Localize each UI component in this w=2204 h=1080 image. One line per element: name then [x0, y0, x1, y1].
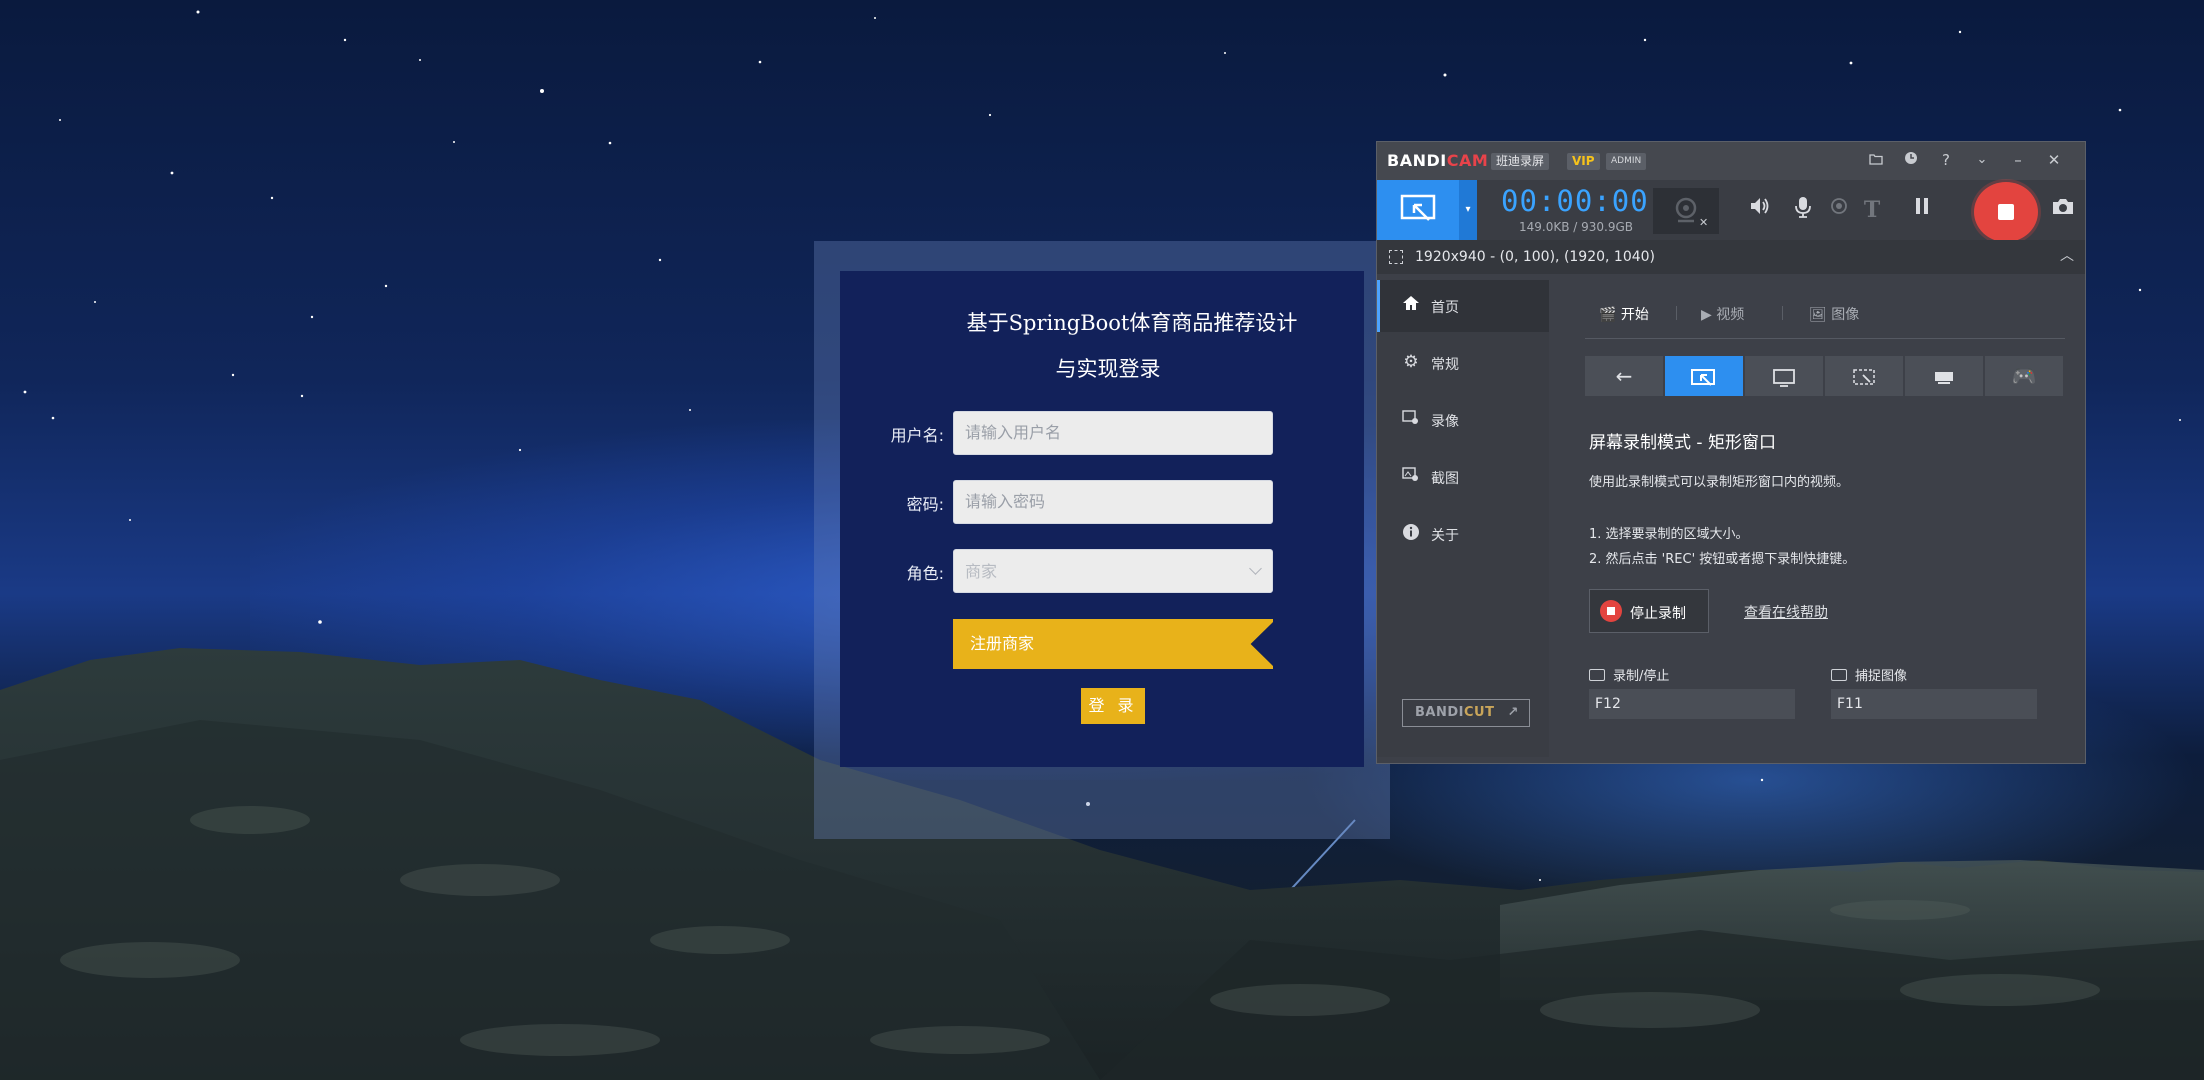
role-select[interactable]: 商家 [953, 549, 1273, 593]
sidebar-item-screenshot[interactable]: 截图 [1377, 451, 1549, 503]
mode-description: 使用此录制模式可以录制矩形窗口内的视频。 [1589, 475, 1850, 490]
bandicut-button[interactable]: BANDICUT ↗ [1402, 699, 1530, 727]
admin-badge: ADMIN [1606, 153, 1647, 170]
password-label: 密码: [906, 495, 944, 514]
capture-area-bar: 1920x940 - (0, 100), (1920, 1040) ︿ [1377, 240, 2085, 274]
chevron-down-icon [1249, 562, 1262, 575]
clock-icon[interactable] [1898, 148, 1924, 172]
video-icon: ▶ [1701, 307, 1712, 323]
tab-image[interactable]: 🖼 图像 [1809, 304, 1859, 324]
bandicam-window: BANDICAM 班迪录屏 VIP ADMIN ? ⌄ – ✕ ▾ 00:00:… [1376, 141, 2086, 764]
webcam-icon: ✕ [1675, 197, 1708, 229]
camera-icon[interactable] [2048, 195, 2078, 225]
svg-text:✕: ✕ [1699, 216, 1708, 229]
screen-mode-button[interactable] [1377, 180, 1459, 240]
tab-video[interactable]: ▶ 视频 [1701, 304, 1744, 324]
title-bar[interactable]: BANDICAM 班迪录屏 VIP ADMIN ? ⌄ – ✕ [1377, 142, 2085, 180]
minimize-icon[interactable]: – [2005, 148, 2031, 172]
info-icon [1401, 523, 1421, 546]
toolbar: ▾ 00:00:00 149.0KB / 930.9GB ✕ T [1377, 180, 2085, 242]
tab-bar: 🎬 开始 ▶ 视频 🖼 图像 [1585, 280, 2065, 339]
home-icon [1401, 295, 1421, 316]
area-select-icon [1389, 250, 1403, 264]
main-panel: 🎬 开始 ▶ 视频 🖼 图像 ← 🎮 屏幕录制模式 - 矩形窗口 使用此录制模式… [1549, 280, 2085, 757]
product-name-badge: 班迪录屏 [1491, 153, 1550, 170]
keyboard-icon [1589, 669, 1605, 681]
gear-icon: ⚙ [1403, 352, 1419, 372]
image-icon: 🖼 [1809, 307, 1827, 323]
hotkey-record-field[interactable]: F12 [1589, 689, 1795, 719]
stop-recording-small-button[interactable]: 停止录制 [1589, 589, 1709, 633]
speaker-icon[interactable] [1745, 195, 1775, 225]
rectangle-select-icon [1400, 194, 1436, 221]
tab-start[interactable]: 🎬 开始 [1599, 304, 1649, 324]
login-button[interactable]: 登 录 [1081, 688, 1145, 724]
login-subtitle: 与实现登录 [1055, 357, 1161, 381]
step-2-text: 2. 然后点击 'REC' 按钮或者摁下录制快捷键。 [1589, 552, 1856, 567]
online-help-link[interactable]: 查看在线帮助 [1744, 602, 1828, 622]
role-label: 角色: [906, 564, 944, 583]
recording-timer: 00:00:00 [1501, 184, 1649, 218]
mode-dropdown-button[interactable]: ▾ [1459, 180, 1477, 240]
back-arrow-icon[interactable]: ← [1585, 356, 1663, 396]
collapse-icon[interactable]: ⌄ [1969, 148, 1995, 172]
stop-icon [1998, 204, 2014, 220]
tab-separator [1782, 306, 1783, 320]
microphone-icon[interactable] [1788, 195, 1818, 225]
help-icon[interactable]: ? [1933, 148, 1959, 172]
mode-title: 屏幕录制模式 - 矩形窗口 [1589, 433, 1776, 453]
video-settings-icon [1401, 409, 1421, 430]
login-title: 基于SpringBoot体育商品推荐设计 [966, 311, 1298, 335]
step-1-text: 1. 选择要录制的区域大小。 [1589, 527, 1749, 542]
pause-icon[interactable] [1907, 195, 1937, 225]
sidebar-item-about[interactable]: 关于 [1377, 508, 1549, 560]
clapperboard-icon: 🎬 [1599, 307, 1617, 323]
username-input[interactable] [953, 411, 1273, 455]
folder-icon[interactable] [1863, 148, 1889, 172]
recording-mode-bar: ← 🎮 [1585, 356, 2065, 396]
chevron-up-icon[interactable]: ︿ [2060, 245, 2074, 265]
username-label: 用户名: [890, 426, 944, 445]
role-select-value: 商家 [965, 562, 998, 581]
register-merchant-button[interactable]: 注册商家 [953, 619, 1273, 669]
file-size: 149.0KB / 930.9GB [1519, 220, 1634, 234]
sidebar-item-home[interactable]: 首页 [1377, 280, 1552, 332]
tab-separator [1676, 306, 1677, 320]
mouse-area-mode-tile[interactable] [1825, 356, 1903, 396]
stop-recording-button[interactable] [1974, 182, 2038, 242]
hotkey-capture-label: 捕捉图像 [1831, 665, 1907, 684]
hdmi-device-mode-tile[interactable] [1905, 356, 1983, 396]
rectangle-mode-tile[interactable] [1665, 356, 1743, 396]
bandicam-logo: BANDICAM [1387, 151, 1489, 170]
text-overlay-icon[interactable]: T [1857, 195, 1887, 225]
hotkey-record-label: 录制/停止 [1589, 665, 1669, 684]
webcam-overlay-button[interactable]: ✕ [1653, 188, 1719, 234]
sidebar-item-video[interactable]: 录像 [1377, 394, 1549, 446]
image-settings-icon [1401, 466, 1421, 487]
gamepad-icon[interactable]: 🎮 [1985, 356, 2063, 396]
capture-area-text: 1920x940 - (0, 100), (1920, 1040) [1415, 249, 1656, 265]
hotkey-capture-field[interactable]: F11 [1831, 689, 2037, 719]
login-card: 基于SpringBoot体育商品推荐设计 与实现登录 用户名: 密码: 角色: … [840, 271, 1364, 767]
external-link-icon: ↗ [1507, 705, 1519, 720]
stop-icon [1600, 600, 1622, 622]
close-icon[interactable]: ✕ [2041, 148, 2067, 172]
fullscreen-mode-tile[interactable] [1745, 356, 1823, 396]
vip-badge: VIP [1567, 153, 1600, 170]
keyboard-icon [1831, 669, 1847, 681]
sidebar-item-general[interactable]: ⚙ 常规 [1377, 337, 1549, 389]
mouse-click-icon[interactable] [1824, 195, 1854, 225]
password-input[interactable] [953, 480, 1273, 524]
sidebar: 首页 ⚙ 常规 录像 截图 关于 BANDICUT ↗ [1377, 280, 1552, 757]
